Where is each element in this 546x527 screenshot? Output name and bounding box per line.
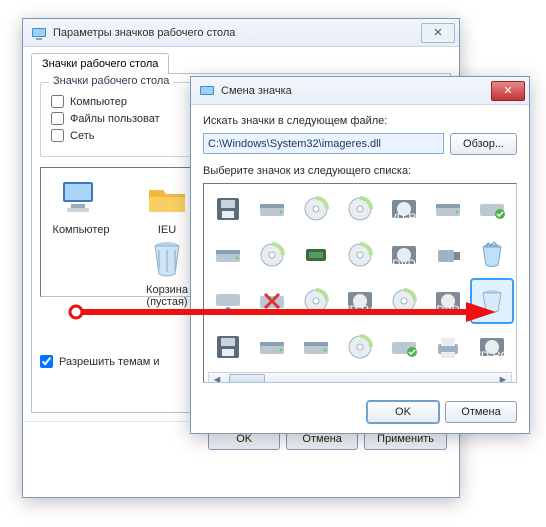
icon-option[interactable] [208, 188, 248, 230]
checkbox-network-label: Сеть [70, 130, 94, 142]
svg-text:DVD: DVD [392, 258, 415, 270]
preview-computer[interactable]: Компьютер [49, 176, 113, 288]
checkbox-allow-themes-input[interactable] [40, 355, 53, 368]
icon-option[interactable] [472, 280, 512, 322]
svg-text:DVD-ROM: DVD-ROM [477, 350, 507, 362]
disc-icon [345, 332, 375, 362]
icon-option[interactable] [252, 234, 292, 276]
printer-icon [433, 332, 463, 362]
cancel-button[interactable]: Отмена [445, 401, 517, 423]
icon-option[interactable] [384, 280, 424, 322]
cam-icon [433, 240, 463, 270]
icon-option[interactable] [208, 280, 248, 322]
icon-option[interactable] [428, 326, 468, 368]
svg-text:DVD-RAM: DVD-RAM [345, 304, 375, 316]
disc-icon [345, 240, 375, 270]
window-title: Параметры значков рабочего стола [53, 27, 421, 39]
icon-option[interactable] [252, 280, 292, 322]
close-button[interactable]: ✕ [421, 23, 455, 43]
checkbox-computer-input[interactable] [51, 95, 64, 108]
icon-option[interactable] [384, 326, 424, 368]
hdd-icon [257, 332, 287, 362]
change-icon-dialog: Смена значка ✕ Искать значки в следующем… [190, 76, 530, 434]
dvdrom-icon: DVD-ROM [477, 332, 507, 362]
netdrv-icon [213, 286, 243, 316]
discbox-icon: DVD [389, 240, 419, 270]
icon-option[interactable] [252, 326, 292, 368]
icon-option[interactable]: DVD-ROM [472, 326, 512, 368]
hdd-icon [301, 332, 331, 362]
checkbox-network-input[interactable] [51, 129, 64, 142]
preview-computer-label: Компьютер [49, 224, 113, 236]
svg-text:DVD: DVD [436, 304, 459, 316]
hdd-icon [213, 240, 243, 270]
icon-option[interactable] [340, 326, 380, 368]
icon-option[interactable] [428, 234, 468, 276]
icon-option[interactable] [252, 188, 292, 230]
titlebar: Смена значка ✕ [191, 77, 529, 105]
disc-icon [345, 194, 375, 224]
icon-option[interactable]: DVD [384, 234, 424, 276]
hddok-icon [477, 194, 507, 224]
ok-button[interactable]: OK [367, 401, 439, 423]
dialog-body: Искать значки в следующем файле: Обзор..… [191, 105, 529, 433]
tab-desktop-icons[interactable]: Значки рабочего стола [31, 53, 169, 74]
scroll-right-icon[interactable]: ► [495, 374, 511, 383]
disc-icon [301, 194, 331, 224]
horizontal-scrollbar[interactable]: ◄ ► [208, 372, 512, 383]
icon-option[interactable]: DVD-RAM [340, 280, 380, 322]
discbox-icon: DVD [433, 286, 463, 316]
path-row: Обзор... [203, 133, 517, 155]
icon-option[interactable] [472, 234, 512, 276]
hdd-icon [257, 194, 287, 224]
icon-option[interactable] [208, 234, 248, 276]
disc-icon [257, 240, 287, 270]
icon-option[interactable]: DVD [428, 280, 468, 322]
dvdrw-icon: DVD-RW [389, 194, 419, 224]
icon-option[interactable] [428, 188, 468, 230]
hddx-icon [257, 286, 287, 316]
app-icon [31, 25, 47, 41]
icon-option[interactable] [340, 188, 380, 230]
floppy-icon [213, 332, 243, 362]
disc-icon [389, 286, 419, 316]
svg-text:DVD-RW: DVD-RW [389, 212, 419, 224]
dialog-button-row: OK Отмена [203, 393, 517, 423]
binfull-icon [477, 240, 507, 270]
checkbox-computer-label: Компьютер [70, 96, 127, 108]
icon-grid: DVD-RW DVD DVD-RAM DVD DVD-ROM [208, 188, 512, 368]
icon-option[interactable] [340, 234, 380, 276]
checkbox-userfiles-label: Файлы пользоват [70, 113, 160, 125]
path-label: Искать значки в следующем файле: [203, 115, 517, 127]
window-title: Смена значка [221, 85, 491, 97]
disc-icon [301, 286, 331, 316]
scroll-thumb[interactable] [229, 374, 265, 383]
hddok-icon [389, 332, 419, 362]
icon-list: DVD-RW DVD DVD-RAM DVD DVD-ROM ◄ ► [203, 183, 517, 383]
chip-icon [301, 240, 331, 270]
titlebar: Параметры значков рабочего стола ✕ [23, 19, 459, 47]
floppy-icon [213, 194, 243, 224]
group-title: Значки рабочего стола [49, 75, 173, 87]
icon-option[interactable]: DVD-RW [384, 188, 424, 230]
app-icon [199, 83, 215, 99]
close-button[interactable]: ✕ [491, 81, 525, 101]
icon-option[interactable] [296, 326, 336, 368]
checkbox-userfiles-input[interactable] [51, 112, 64, 125]
icon-option[interactable] [208, 326, 248, 368]
icon-option[interactable] [296, 280, 336, 322]
binempty-icon [477, 286, 507, 316]
dvdram-icon: DVD-RAM [345, 286, 375, 316]
checkbox-allow-themes-label: Разрешить темам и [59, 356, 160, 368]
path-input[interactable] [203, 133, 444, 154]
icon-option[interactable] [296, 188, 336, 230]
tab-strip: Значки рабочего стола [23, 47, 459, 74]
browse-button[interactable]: Обзор... [450, 133, 517, 155]
scroll-left-icon[interactable]: ◄ [209, 374, 225, 383]
pick-label: Выберите значок из следующего списка: [203, 165, 517, 177]
hdd-icon [433, 194, 463, 224]
icon-option[interactable] [472, 188, 512, 230]
icon-option[interactable] [296, 234, 336, 276]
